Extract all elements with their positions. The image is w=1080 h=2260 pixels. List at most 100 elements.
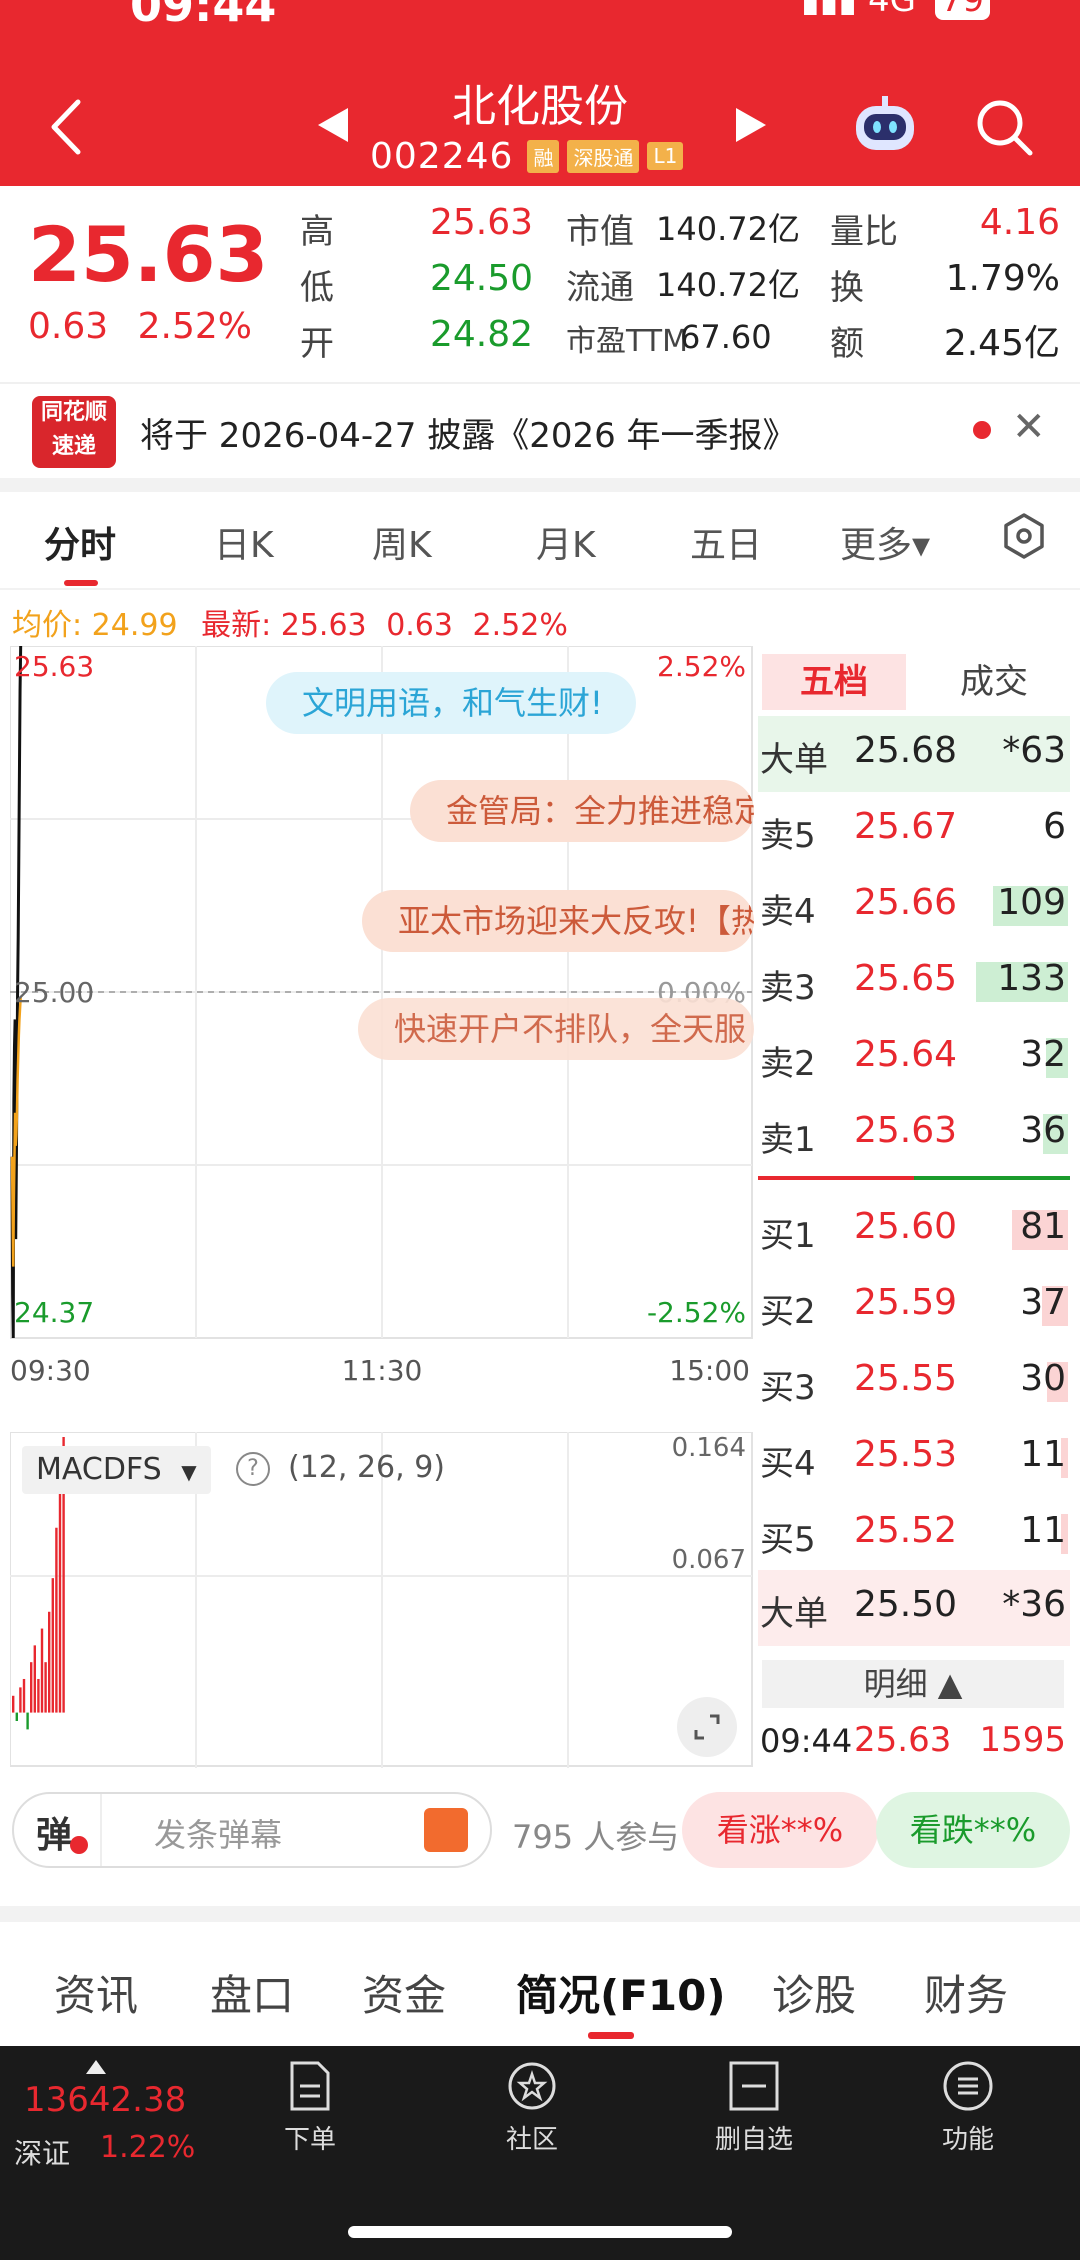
remove-watchlist-icon [729, 2061, 779, 2111]
mcap-value: 140.72亿 [656, 210, 800, 248]
nav-remove-label: 删自选 [714, 2125, 793, 2155]
stock-code: 002246 [370, 135, 514, 177]
tab-five-day[interactable]: 五日 [690, 516, 762, 568]
change-percent: 2.52% [137, 306, 252, 347]
bid-label: 买3 [760, 1368, 816, 1408]
price-change: 0.63 2.52% [28, 306, 252, 347]
status-indicators: ▮▮▮ 4G 79 [801, 0, 990, 20]
tab-news[interactable]: 资讯 [54, 1962, 138, 2023]
open-value: 24.82 [430, 314, 534, 355]
nav-remove-watchlist[interactable]: 删自选 [684, 2060, 824, 2156]
detail-toggle[interactable]: 明细 ▲ [762, 1660, 1064, 1708]
danmaku-bubble[interactable]: 亚太市场迎来大反攻!【热 [362, 890, 754, 952]
close-icon[interactable]: ✕ [1012, 404, 1046, 450]
next-stock-icon[interactable] [736, 108, 766, 142]
macd-bar [12, 1695, 15, 1713]
macd-bar [51, 1578, 54, 1713]
bid-price: 25.55 [854, 1358, 958, 1399]
order-book: 五档 成交 大单 25.68 *63 卖5 25.67 6 卖4 25.66 109 卖3 2… [758, 646, 1070, 1768]
nav-community[interactable]: 社区 [462, 2060, 602, 2156]
y-tick-left: 24.37 [14, 1296, 94, 1329]
danmaku-bubble[interactable]: 金管局：全力推进稳定 [410, 780, 754, 842]
tab-trades[interactable]: 成交 [924, 654, 1064, 710]
settings-hexagon-icon[interactable] [1000, 512, 1048, 560]
avg-value: 24.99 [91, 608, 178, 643]
x-tick: 09:30 [10, 1354, 91, 1386]
notice-bar[interactable]: 同花顺 速递 将于 2026-04-27 披露《2026 年一季报》 [0, 382, 1080, 478]
y-tick-left: 25.63 [14, 650, 94, 683]
menu-icon [943, 2061, 993, 2111]
tab-funds[interactable]: 资金 [362, 1962, 446, 2023]
vote-up-button[interactable]: 看涨**% [682, 1792, 878, 1868]
mcap-label: 市值 [566, 212, 634, 252]
tab-handicap[interactable]: 盘口 [210, 1962, 294, 2023]
search-icon[interactable] [972, 95, 1036, 159]
macd-bar [55, 1527, 58, 1713]
help-icon[interactable]: ? [236, 1452, 270, 1486]
change-value: 0.63 [28, 306, 109, 347]
bid-price: 25.59 [854, 1282, 958, 1323]
status-time: 09:44 [130, 0, 277, 32]
battery-level: 79 [934, 0, 990, 20]
nav-functions[interactable]: 功能 [898, 2060, 1038, 2156]
ask-label: 卖1 [760, 1120, 816, 1160]
ask-vol: 36 [1020, 1110, 1066, 1151]
indicator-params: (12, 26, 9) [288, 1450, 445, 1485]
expand-icon[interactable] [676, 1696, 738, 1758]
stock-code-row: 002246 融 深股通 L1 [370, 135, 684, 177]
vol-ratio-value: 4.16 [979, 202, 1060, 243]
indicator-select[interactable]: MACDFS ▼ [22, 1446, 211, 1494]
ask-row: 卖5 25.67 6 [758, 792, 1070, 868]
index-name: 深证 [14, 2137, 71, 2170]
chart-tabs: 分时 日K 周K 月K 五日 更多▾ [0, 492, 1080, 588]
notice-logo-line2: 速递 [51, 434, 96, 459]
ask-vol: 6 [1043, 806, 1066, 847]
tab-diagnosis[interactable]: 诊股 [772, 1962, 856, 2023]
ask-price: 25.65 [854, 958, 958, 999]
macd-bar [44, 1662, 47, 1713]
header-bar: 09:44 ▮▮▮ 4G 79 北化股份 002246 融 深股通 L1 [0, 0, 1080, 186]
macd-bar [19, 1687, 22, 1713]
ask-row: 卖3 25.65 133 [758, 944, 1070, 1020]
y-tick-left: 25.00 [14, 976, 94, 1009]
intraday-info-bar: 均价: 24.99 最新: 25.63 0.63 2.52% [12, 600, 568, 644]
tab-intraday[interactable]: 分时 [44, 516, 116, 568]
tab-monthly-k[interactable]: 月K [536, 516, 596, 568]
tab-weekly-k[interactable]: 周K [372, 516, 432, 568]
float-label: 流通 [566, 268, 634, 308]
tab-daily-k[interactable]: 日K [214, 516, 274, 568]
ask-row: 卖2 25.64 32 [758, 1020, 1070, 1096]
tab-f10[interactable]: 简况(F10) [516, 1962, 726, 2023]
vote-down-button[interactable]: 看跌**% [876, 1792, 1070, 1868]
notice-logo-line1: 同花顺 [40, 400, 107, 425]
quote-panel: 25.63 0.63 2.52% 高 25.63 低 24.50 开 24.82… [0, 186, 1080, 382]
indicator-name: MACDFS [36, 1452, 162, 1487]
y-tick-right: -2.52% [647, 1296, 746, 1329]
amount-value: 2.45亿 [943, 323, 1060, 364]
community-star-icon [508, 2062, 556, 2110]
danmaku-placeholder: 发条弹幕 [154, 1816, 283, 1854]
bid-vol: 11 [1020, 1510, 1066, 1551]
pe-label: 市盈TTM [566, 324, 689, 359]
macd-y-tick: 0.164 [672, 1433, 746, 1463]
tab-more[interactable]: 更多▾ [840, 516, 930, 568]
danmaku-input[interactable]: 弹 发条弹幕 [12, 1792, 492, 1868]
bid-vol: 11 [1020, 1434, 1066, 1475]
latest-value: 25.63 [280, 608, 367, 643]
danmaku-bubble[interactable]: 文明用语，和气生财! [266, 672, 636, 734]
pe-value: 67.60 [680, 318, 772, 356]
gift-icon[interactable] [424, 1808, 468, 1852]
big-buy-row: 大单 25.50 *36 [758, 1570, 1070, 1646]
index-value[interactable]: 13642.38 [24, 2080, 186, 2120]
bid-label: 买4 [760, 1444, 816, 1484]
nav-order[interactable]: 下单 [240, 2060, 380, 2156]
tab-finance[interactable]: 财务 [924, 1962, 1008, 2023]
y-tick-right: 2.52% [657, 650, 746, 683]
float-value: 140.72亿 [656, 266, 800, 304]
bid-vol: 30 [1020, 1358, 1066, 1399]
robot-assistant-icon[interactable] [850, 92, 920, 156]
tab-five-levels[interactable]: 五档 [762, 654, 906, 710]
macd-y-tick: 0.067 [672, 1545, 746, 1575]
danmaku-bubble[interactable]: 快速开户不排队，全天服 [358, 998, 754, 1060]
bid-label: 买2 [760, 1292, 816, 1332]
